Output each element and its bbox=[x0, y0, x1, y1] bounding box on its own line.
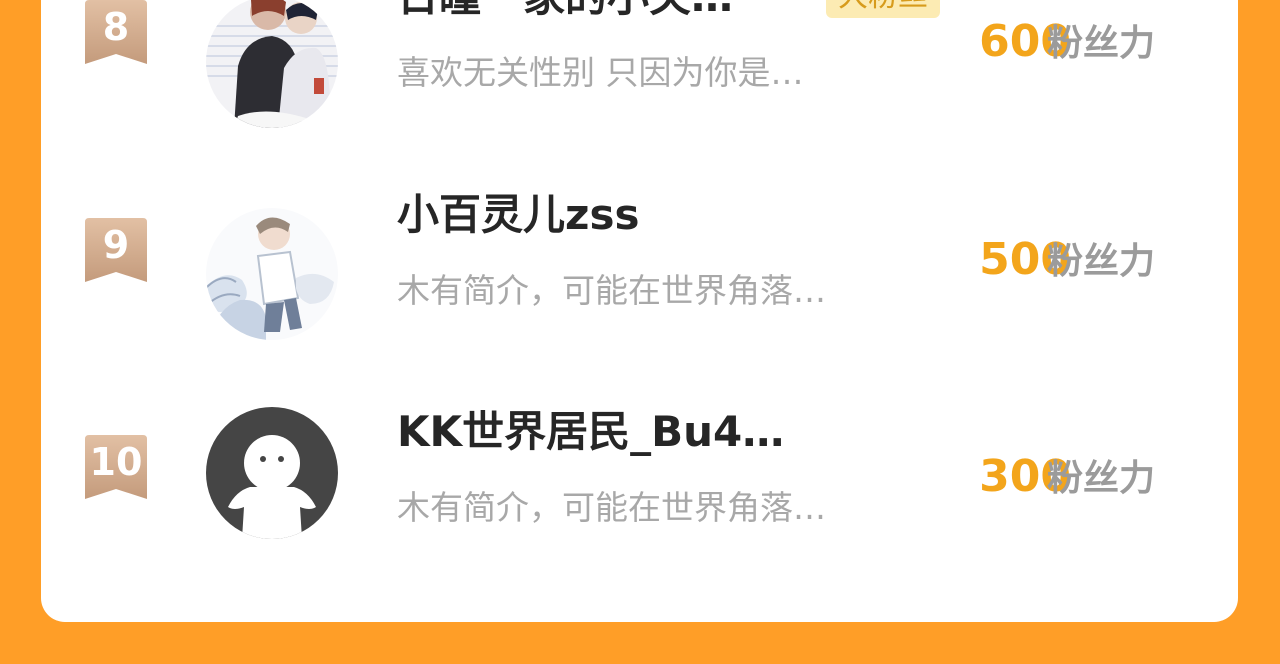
avatar[interactable] bbox=[206, 0, 338, 128]
user-bio: 喜欢无关性别 只因为你是… bbox=[397, 53, 804, 92]
fan-score-unit: 粉丝力 bbox=[1047, 23, 1156, 64]
fan-score-unit: 粉丝力 bbox=[1047, 458, 1156, 499]
list-item[interactable]: 8 日瞳一家的小关… 大粉丝 喜欢无关性别 只因为你是 bbox=[41, 0, 1238, 128]
user-name[interactable]: KK世界居民_Bu4… bbox=[397, 407, 784, 457]
rank-number: 9 bbox=[102, 223, 130, 267]
user-bio: 木有简介，可能在世界角落… bbox=[397, 488, 826, 527]
rank-number: 8 bbox=[102, 5, 130, 49]
user-name[interactable]: 小百灵儿zss bbox=[397, 190, 639, 240]
avatar[interactable] bbox=[206, 208, 338, 340]
list-item[interactable]: 10 KK世界居民_Bu4… 木有简介，可能在世界角落… 300 粉丝力 bbox=[41, 395, 1238, 555]
default-avatar-icon[interactable] bbox=[206, 407, 338, 539]
user-bio: 木有简介，可能在世界角落… bbox=[397, 271, 826, 310]
fan-ranking-card: 8 日瞳一家的小关… 大粉丝 喜欢无关性别 只因为你是 bbox=[41, 0, 1238, 622]
fan-level-badge: 大粉丝 bbox=[826, 0, 940, 18]
rank-ribbon-icon: 10 bbox=[85, 435, 147, 499]
list-item[interactable]: 9 小百灵儿zss 木有简介，可能在世界角落… 500 粉丝力 bbox=[41, 178, 1238, 340]
rank-number: 10 bbox=[89, 440, 143, 484]
user-name[interactable]: 日瞳一家的小关… bbox=[397, 0, 733, 22]
rank-ribbon-icon: 9 bbox=[85, 218, 147, 282]
rank-ribbon-icon: 8 bbox=[85, 0, 147, 64]
fan-score-unit: 粉丝力 bbox=[1047, 241, 1156, 282]
